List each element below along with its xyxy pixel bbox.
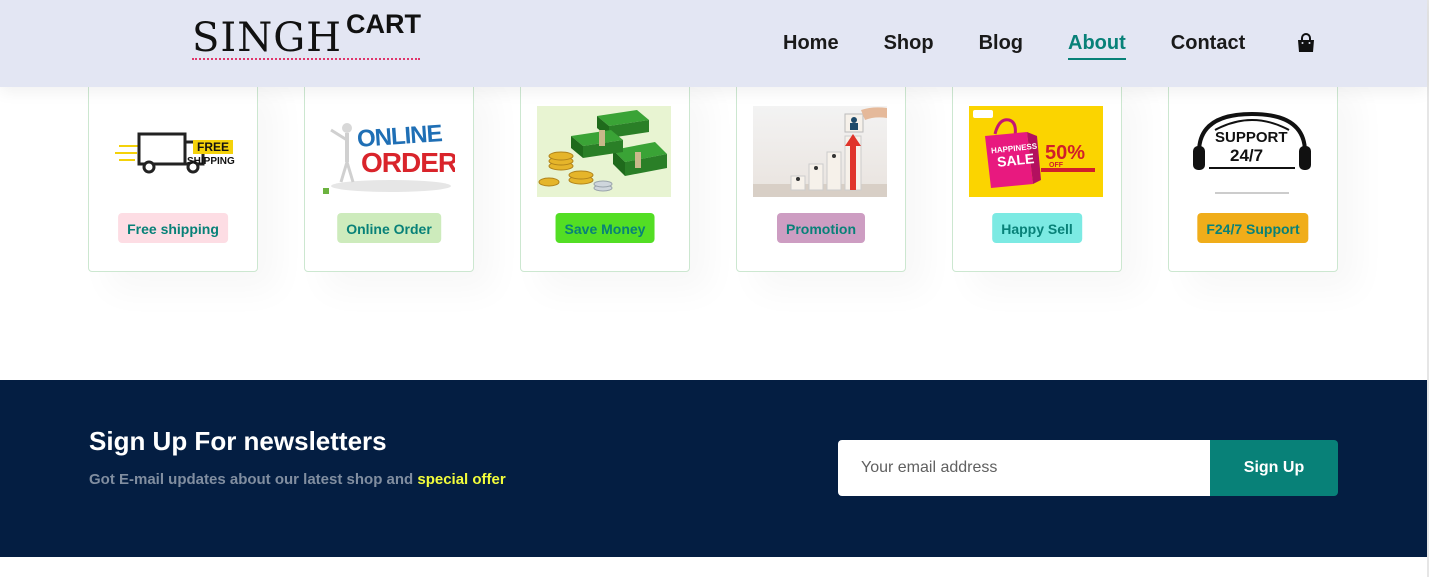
nav-blog[interactable]: Blog: [979, 30, 1023, 56]
page: SINGH CART Home Shop Blog About Contact: [0, 0, 1429, 577]
feature-card-save-money[interactable]: Save Money: [520, 70, 690, 272]
support-headset-image: SUPPORT 24/7: [1185, 106, 1319, 197]
logo-underline: [192, 58, 420, 60]
nav-shop[interactable]: Shop: [884, 30, 934, 56]
feature-label: Save Money: [555, 213, 655, 243]
happiness-sale-text-3: 50%: [1045, 142, 1086, 164]
support-image-text-2: 24/7: [1230, 146, 1264, 165]
feature-card-free-shipping[interactable]: FREE SHIPPING Free shipping: [88, 70, 258, 272]
online-order-image: ONLINE ORDER: [321, 106, 455, 197]
feature-label: Happy Sell: [992, 213, 1082, 243]
nav-about[interactable]: About: [1068, 30, 1126, 60]
newsletter-form: Sign Up: [838, 440, 1338, 496]
brand-name: SINGH: [192, 15, 343, 61]
nav-contact[interactable]: Contact: [1171, 30, 1245, 56]
feature-card-online-order[interactable]: ONLINE ORDER Online Order: [304, 70, 474, 272]
email-input[interactable]: [838, 440, 1210, 496]
main-nav: Home Shop Blog About Contact: [783, 30, 1290, 60]
brand-superscript: CART: [346, 9, 421, 39]
promotion-image: [753, 106, 887, 197]
happiness-sale-image: HAPPINESS SALE 50% OFF: [969, 106, 1103, 197]
shopping-bag-icon[interactable]: [1296, 33, 1316, 53]
newsletter-description-text: Got E-mail updates about our latest shop…: [89, 471, 418, 488]
brand-logo[interactable]: SINGH CART: [192, 10, 422, 62]
sign-up-button[interactable]: Sign Up: [1210, 440, 1338, 496]
special-offer-highlight: special offer: [417, 471, 506, 488]
site-header: SINGH CART Home Shop Blog About Contact: [0, 0, 1427, 87]
online-order-image-text-2: ORDER: [361, 147, 455, 178]
newsletter-section: Sign Up For newsletters Got E-mail updat…: [0, 380, 1427, 557]
nav-home[interactable]: Home: [783, 30, 839, 56]
newsletter-title: Sign Up For newsletters: [89, 426, 387, 456]
feature-card-promotion[interactable]: Promotion: [736, 70, 906, 272]
free-shipping-image-text-1: FREE: [197, 140, 230, 154]
happiness-sale-text-4: OFF: [1049, 162, 1063, 169]
feature-card-support[interactable]: SUPPORT 24/7 F24/7 Support: [1168, 70, 1338, 272]
feature-label: Promotion: [777, 213, 865, 243]
newsletter-description: Got E-mail updates about our latest shop…: [89, 471, 506, 489]
money-stacks-image: [537, 106, 671, 197]
free-shipping-image-text-2: SHIPPING: [187, 156, 235, 167]
feature-section: FREE SHIPPING Free shipping ONLINE ORDER…: [88, 70, 1338, 272]
support-image-text-1: SUPPORT: [1215, 129, 1288, 146]
free-shipping-image: FREE SHIPPING: [105, 106, 239, 197]
feature-label: F24/7 Support: [1197, 213, 1309, 243]
feature-label: Online Order: [337, 213, 441, 243]
feature-label: Free shipping: [118, 213, 228, 243]
feature-card-happy-sell[interactable]: HAPPINESS SALE 50% OFF Happy Sell: [952, 70, 1122, 272]
